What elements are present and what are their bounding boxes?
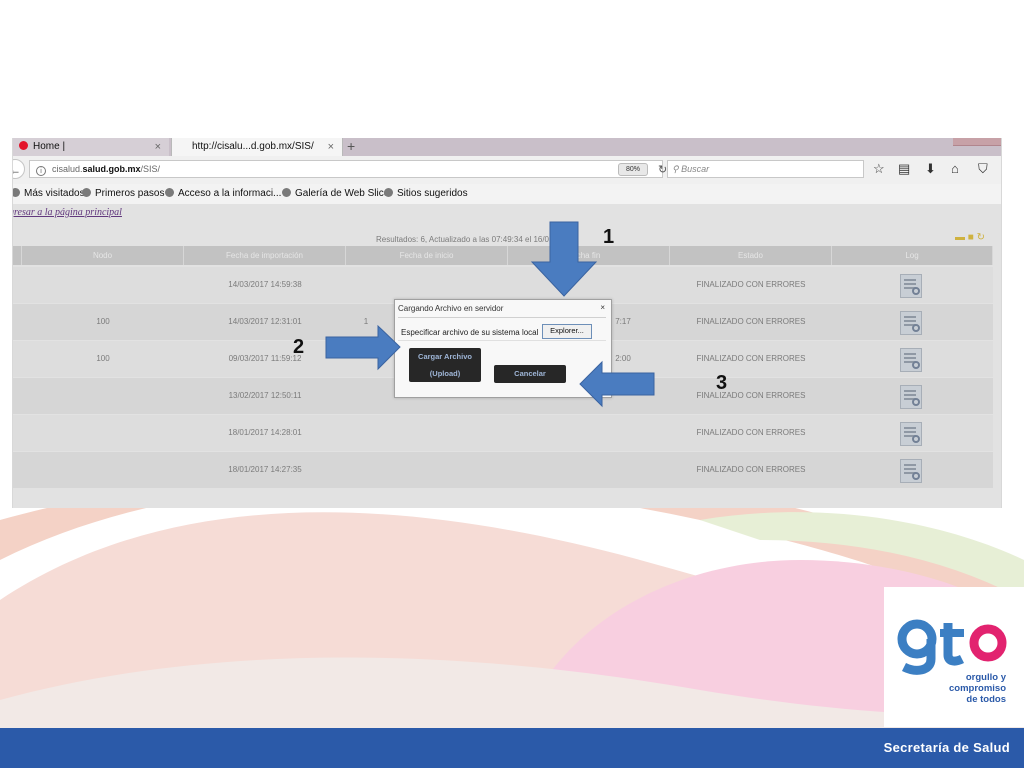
browse-button[interactable]: Explorer...	[542, 324, 592, 339]
url-domain: salud.gob.mx	[82, 164, 141, 174]
search-input[interactable]: ⚲ Buscar	[667, 160, 864, 178]
globe-icon	[384, 188, 393, 197]
bookmark-primeros-pasos[interactable]: Primeros pasos	[82, 184, 164, 204]
tab-favicon-icon	[19, 141, 28, 150]
globe-icon	[82, 188, 91, 197]
upload-button[interactable]: Cargar Archivo (Upload)	[409, 348, 481, 382]
step-number-3: 3	[716, 372, 728, 394]
back-arrow-icon[interactable]: ←	[13, 159, 25, 179]
cancel-button[interactable]: Cancelar	[494, 365, 566, 383]
footer-text: Secretaría de Salud	[883, 740, 1010, 755]
globe-icon	[282, 188, 291, 197]
close-icon[interactable]: ×	[600, 303, 605, 312]
upload-button-sublabel: (Upload)	[429, 369, 461, 378]
tab-home[interactable]: Home | ×	[13, 138, 169, 156]
url-prefix: cisalud.	[52, 164, 83, 174]
navigation-bar: ← i cisalud.salud.gob.mx/SIS/ 80% ↻ ⚲ Bus…	[13, 156, 1001, 185]
pocket-icon[interactable]: ⛉	[978, 161, 988, 177]
gto-logo-mark	[897, 619, 1007, 675]
tab-label: Home |	[33, 141, 66, 152]
bookmark-mas-visitados[interactable]: Más visitados	[13, 184, 85, 204]
step-number-1: 1	[603, 226, 615, 248]
bookmark-acceso[interactable]: Acceso a la informaci...	[165, 184, 281, 204]
divider	[398, 317, 606, 318]
globe-icon	[13, 188, 20, 197]
bookmark-star-icon[interactable]: ☆	[873, 161, 885, 177]
footer-bar: Secretaría de Salud	[0, 728, 1024, 768]
bookmarks-toolbar: Más visitados Primeros pasos Acceso a la…	[13, 184, 1001, 205]
bookmark-galeria[interactable]: Galería de Web Slice	[282, 184, 389, 204]
divider	[398, 340, 606, 341]
browser-window: Home | × http://cisalu...d.gob.mx/SIS/ ×…	[12, 138, 1002, 508]
info-icon[interactable]: i	[36, 166, 46, 176]
dialog-title: Cargando Archivo en servidor	[398, 304, 504, 313]
reading-list-icon[interactable]: ▤	[898, 161, 910, 177]
logo-tagline: orgullo y compromiso de todos	[948, 672, 1006, 705]
upload-button-label: Cargar Archivo	[418, 352, 472, 361]
globe-icon	[165, 188, 174, 197]
upload-dialog: Cargando Archivo en servidor × Especific…	[394, 299, 612, 398]
step-number-2: 2	[293, 336, 305, 358]
bookmark-sitios[interactable]: Sitios sugeridos	[384, 184, 468, 204]
url-path: /SIS/	[140, 164, 161, 174]
tab-close-icon[interactable]: ×	[155, 138, 161, 156]
tab-close-icon[interactable]: ×	[328, 138, 334, 156]
file-field-label: Especificar archivo de su sistema local	[401, 328, 539, 337]
new-tab-button[interactable]: +	[347, 138, 355, 155]
page-content: gresar a la página principal Resultados:…	[13, 204, 1001, 508]
home-icon[interactable]: ⌂	[951, 161, 959, 177]
search-icon: ⚲	[672, 164, 682, 174]
window-controls[interactable]	[953, 138, 1001, 146]
tab-strip: Home | × http://cisalu...d.gob.mx/SIS/ ×…	[13, 138, 1001, 156]
reload-icon[interactable]: ↻	[658, 162, 667, 178]
address-bar[interactable]: i cisalud.salud.gob.mx/SIS/ 80% ↻	[29, 160, 667, 178]
tab-label: http://cisalu...d.gob.mx/SIS/	[192, 141, 314, 152]
zoom-indicator[interactable]: 80%	[618, 163, 648, 176]
gto-logo: orgullo y compromiso de todos	[884, 587, 1024, 727]
download-icon[interactable]: ⬇	[925, 161, 936, 177]
search-placeholder: Buscar	[681, 164, 710, 174]
tab-cisalud[interactable]: http://cisalu...d.gob.mx/SIS/ ×	[171, 138, 343, 156]
